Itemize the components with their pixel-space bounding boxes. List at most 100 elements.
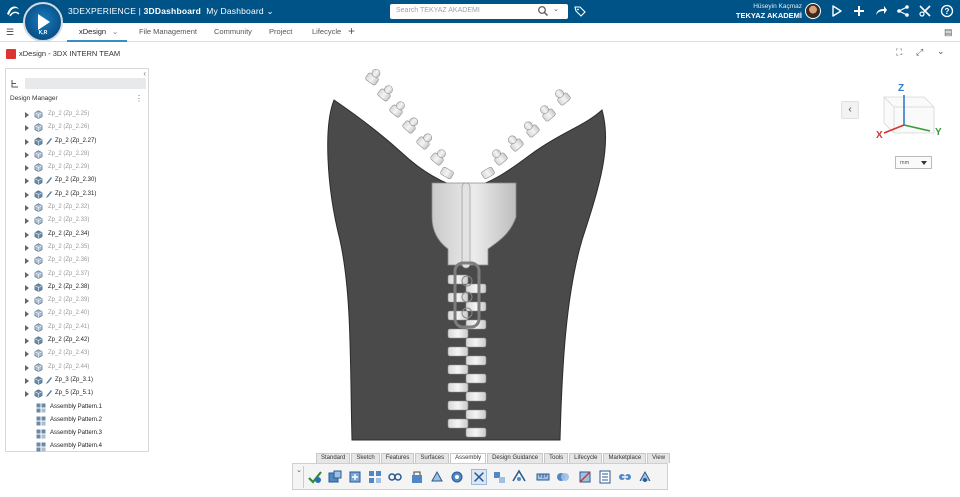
tab-community[interactable]: Community xyxy=(214,27,252,36)
tree-item[interactable]: Zp_2 (Zp_2.28) xyxy=(6,149,148,162)
tree-filter[interactable] xyxy=(8,78,148,89)
compass-icon[interactable]: K,R xyxy=(23,2,63,42)
pattern-icon[interactable] xyxy=(367,469,383,485)
tree-item[interactable]: Zp_2 (Zp_2.34) xyxy=(6,229,148,242)
expand-arrow-icon[interactable] xyxy=(25,138,29,145)
section-icon[interactable] xyxy=(577,469,593,485)
tab-menu-icon[interactable]: ▤ xyxy=(944,27,953,38)
tree-item[interactable]: Zp_2 (Zp_2.30) xyxy=(6,175,148,188)
expand-arrow-icon[interactable] xyxy=(25,391,29,398)
tree-structure-icon[interactable] xyxy=(10,79,20,89)
action-bar-collapse-chevron-icon[interactable]: ⌄ xyxy=(295,466,304,488)
message-icon[interactable] xyxy=(830,4,844,18)
help-icon[interactable]: ? xyxy=(940,4,954,18)
add-tab-icon[interactable]: + xyxy=(348,24,355,38)
expand-arrow-icon[interactable] xyxy=(25,191,29,198)
search-box[interactable]: Search TEKYAZ AKADEMI ⌄ xyxy=(390,4,568,19)
expand-arrow-icon[interactable] xyxy=(25,218,29,225)
action-tab-design-guidance[interactable]: Design Guidance xyxy=(487,453,544,463)
measure-icon[interactable] xyxy=(535,469,551,485)
action-tab-tools[interactable]: Tools xyxy=(544,453,569,463)
tools-icon[interactable] xyxy=(918,4,932,18)
new-component-icon[interactable] xyxy=(347,469,363,485)
expand-arrow-icon[interactable] xyxy=(25,244,29,251)
dashboard-menu[interactable]: My Dashboard xyxy=(206,6,264,16)
tree-item[interactable]: Zp_2 (Zp_2.33) xyxy=(6,215,148,228)
action-tab-sketch[interactable]: Sketch xyxy=(351,453,380,463)
tree-item[interactable]: Zp_2 (Zp_2.27) xyxy=(6,136,148,149)
tree-item[interactable]: Zp_2 (Zp_2.32) xyxy=(6,202,148,215)
share-arrow-icon[interactable] xyxy=(874,4,888,18)
insert-component-icon[interactable] xyxy=(327,469,343,485)
fix-component-icon[interactable] xyxy=(409,469,425,485)
expand-arrow-icon[interactable] xyxy=(25,112,29,118)
tree-item[interactable]: Zp_5 (Zp_5.1) xyxy=(6,388,148,401)
expand-arrow-icon[interactable] xyxy=(25,231,29,238)
action-tab-lifecycle[interactable]: Lifecycle xyxy=(569,453,603,463)
tree-item-pattern[interactable]: Assembly Pattern.2 xyxy=(6,415,148,428)
fullscreen-icon[interactable]: ⤢ xyxy=(916,47,923,58)
collapse-panel-icon[interactable]: ‹ xyxy=(143,69,146,78)
tree-item[interactable]: Zp_2 (Zp_2.37) xyxy=(6,269,148,282)
action-tab-surfaces[interactable]: Surfaces xyxy=(415,453,450,463)
expand-arrow-icon[interactable] xyxy=(25,271,29,278)
expand-arrow-icon[interactable] xyxy=(25,258,29,265)
expand-arrow-icon[interactable] xyxy=(25,165,29,172)
tree-item[interactable]: Zp_2 (Zp_2.25) xyxy=(6,109,148,122)
tree-item[interactable]: Zp_2 (Zp_2.39) xyxy=(6,295,148,308)
tree-item[interactable]: Zp_3 (Zp_3.1) xyxy=(6,375,148,388)
mate-icon[interactable] xyxy=(429,469,445,485)
check-tool-icon[interactable] xyxy=(307,469,323,485)
expand-arrow-icon[interactable] xyxy=(25,338,29,345)
gear-icon[interactable] xyxy=(449,469,465,485)
expand-arrow-icon[interactable] xyxy=(25,151,29,158)
tree-item-pattern[interactable]: Assembly Pattern.3 xyxy=(6,428,148,441)
expand-arrow-icon[interactable] xyxy=(25,311,29,318)
tree-item[interactable]: Zp_2 (Zp_2.31) xyxy=(6,189,148,202)
action-tab-standard[interactable]: Standard xyxy=(316,453,351,463)
expand-arrow-icon[interactable] xyxy=(25,364,29,371)
search-input[interactable]: Search TEKYAZ AKADEMI xyxy=(396,7,480,14)
add-icon[interactable] xyxy=(852,4,866,18)
user-info[interactable]: Hüseyin Kaçmaz TEKYAZ AKADEMİ xyxy=(700,2,802,20)
panel-menu-icon[interactable]: ⋮ xyxy=(135,94,143,103)
view-cube[interactable]: Z X Y xyxy=(876,83,942,141)
explode-icon[interactable] xyxy=(491,469,507,485)
chevron-down-icon[interactable]: ⌄ xyxy=(266,6,273,16)
snapshot-icon[interactable] xyxy=(511,469,527,485)
action-tab-view[interactable]: View xyxy=(647,453,671,463)
dassault-logo-icon[interactable] xyxy=(5,3,21,19)
widget-menu-chevron-icon[interactable]: ⌄ xyxy=(937,46,945,57)
tree-item-pattern[interactable]: Assembly Pattern.4 xyxy=(6,441,148,454)
tree-item[interactable]: Zp_2 (Zp_2.35) xyxy=(6,242,148,255)
minimize-icon[interactable]: ⛶ xyxy=(896,47,902,58)
tab-project[interactable]: Project xyxy=(269,27,292,36)
tab-lifecycle[interactable]: Lifecycle xyxy=(312,27,341,36)
tag-icon[interactable] xyxy=(574,5,586,17)
units-select[interactable]: mm xyxy=(895,156,932,169)
action-tab-marketplace[interactable]: Marketplace xyxy=(603,453,647,463)
action-tab-assembly[interactable]: Assembly xyxy=(450,453,487,463)
sidebar-toggle-icon[interactable]: ☰ xyxy=(6,27,14,38)
link-tool-icon[interactable] xyxy=(617,469,633,485)
tab-xdesign-chevron-icon[interactable]: ⌄ xyxy=(112,27,118,36)
expand-arrow-icon[interactable] xyxy=(25,351,29,358)
tab-xdesign[interactable]: xDesign xyxy=(79,27,106,36)
interference-icon[interactable] xyxy=(555,469,571,485)
bom-icon[interactable] xyxy=(597,469,613,485)
assembly-pattern-icon[interactable] xyxy=(471,469,487,485)
expand-arrow-icon[interactable] xyxy=(25,324,29,331)
tree-item[interactable]: Zp_2 (Zp_2.36) xyxy=(6,255,148,268)
tree-item[interactable]: Zp_2 (Zp_2.44) xyxy=(6,362,148,375)
avatar[interactable] xyxy=(805,3,821,19)
expand-arrow-icon[interactable] xyxy=(25,298,29,305)
tree-filter-input[interactable] xyxy=(25,78,146,89)
search-scope-chevron-icon[interactable]: ⌄ xyxy=(553,5,559,13)
tree-item[interactable]: Zp_2 (Zp_2.38) xyxy=(6,282,148,295)
tree-item[interactable]: Zp_2 (Zp_2.29) xyxy=(6,162,148,175)
replace-icon[interactable] xyxy=(637,469,653,485)
tree-item[interactable]: Zp_2 (Zp_2.41) xyxy=(6,322,148,335)
tree-item[interactable]: Zp_2 (Zp_2.40) xyxy=(6,308,148,321)
tab-file-management[interactable]: File Management xyxy=(139,27,197,36)
tree-item-pattern[interactable]: Assembly Pattern.1 xyxy=(6,402,148,415)
